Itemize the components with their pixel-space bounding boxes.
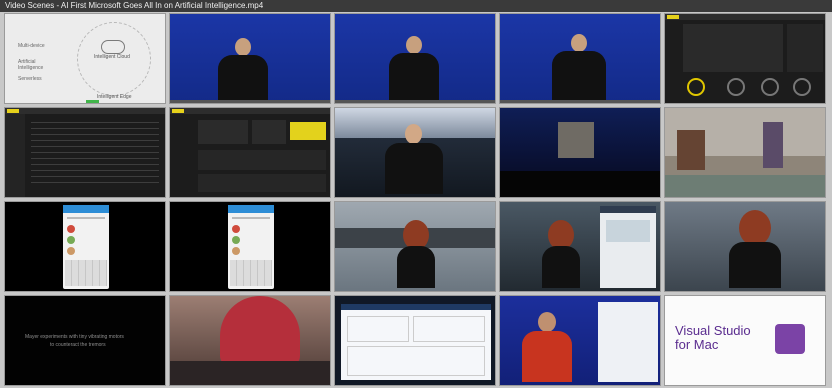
window-title: Video Scenes - AI First Microsoft Goes A… bbox=[0, 0, 832, 12]
phone-screen bbox=[228, 205, 274, 289]
diagram-label: Intelligent Cloud bbox=[94, 54, 130, 60]
scene-thumbnail[interactable] bbox=[664, 13, 826, 104]
scene-thumbnail[interactable] bbox=[664, 201, 826, 292]
scene-thumbnail[interactable] bbox=[169, 107, 331, 198]
scene-thumbnail[interactable] bbox=[169, 13, 331, 104]
diagram-label: Multi-device bbox=[18, 43, 45, 49]
speaker-figure bbox=[725, 210, 785, 288]
gauge bbox=[687, 78, 705, 96]
scene-thumbnail[interactable] bbox=[334, 295, 496, 386]
scene-thumbnail[interactable] bbox=[169, 201, 331, 292]
diagram-label: Serverless bbox=[18, 76, 42, 82]
diagram-label: Artificial Intelligence bbox=[18, 59, 44, 71]
speaker-figure bbox=[552, 34, 606, 100]
highlight-panel bbox=[290, 122, 326, 140]
scene-thumbnail[interactable]: Visual Studio for Mac bbox=[664, 295, 826, 386]
speaker-figure bbox=[393, 220, 439, 288]
scene-thumbnail[interactable] bbox=[499, 201, 661, 292]
cloud-icon bbox=[101, 40, 125, 54]
scene-thumbnail[interactable] bbox=[4, 201, 166, 292]
caption-line: to counteract the tremors bbox=[50, 342, 106, 348]
visual-studio-icon bbox=[775, 324, 805, 354]
scene-thumbnail[interactable] bbox=[499, 107, 661, 198]
speaker-figure bbox=[538, 220, 584, 288]
scene-thumbnail[interactable] bbox=[4, 107, 166, 198]
phone-screen bbox=[63, 205, 109, 289]
scene-grid: Multi-device Artificial Intelligence Ser… bbox=[4, 13, 826, 386]
scene-thumbnail[interactable] bbox=[499, 295, 661, 386]
scene-thumbnail[interactable] bbox=[334, 13, 496, 104]
speaker-figure bbox=[522, 312, 572, 382]
scene-thumbnail[interactable] bbox=[169, 295, 331, 386]
diagram-label: Intelligent Edge bbox=[97, 94, 132, 100]
map-panel bbox=[683, 24, 783, 72]
scene-thumbnail[interactable] bbox=[334, 107, 496, 198]
caption-line: Mayer experiments with tiny vibrating mo… bbox=[25, 334, 124, 340]
scene-thumbnail[interactable]: Mayer experiments with tiny vibrating mo… bbox=[4, 295, 166, 386]
scene-thumbnail[interactable] bbox=[664, 107, 826, 198]
slide-title: for Mac bbox=[675, 337, 719, 352]
scene-thumbnail[interactable]: Multi-device Artificial Intelligence Ser… bbox=[4, 13, 166, 104]
slide-title: Visual Studio bbox=[675, 323, 751, 338]
tablet-screen bbox=[600, 206, 656, 288]
diagram-highlight bbox=[86, 100, 99, 103]
speaker-figure bbox=[389, 36, 439, 100]
speaker-figure bbox=[385, 124, 443, 194]
scene-thumbnail[interactable] bbox=[334, 201, 496, 292]
scene-thumbnail[interactable] bbox=[499, 13, 661, 104]
speaker-figure bbox=[218, 38, 268, 100]
